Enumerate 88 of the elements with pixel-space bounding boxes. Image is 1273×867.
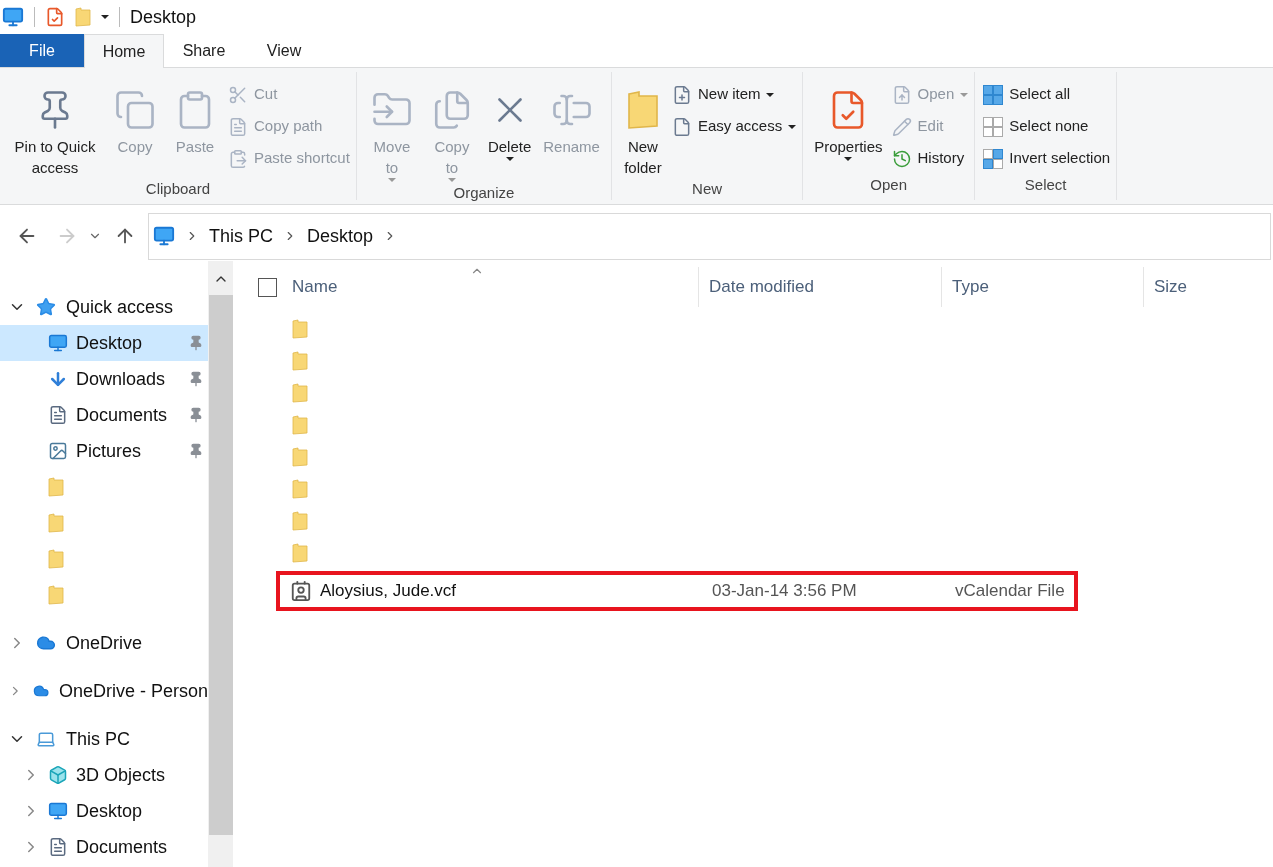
caret-icon [505, 157, 514, 161]
ribbon-button[interactable]: Easy access [671, 114, 797, 139]
folder-icon [75, 7, 91, 27]
folder-icon [626, 89, 659, 131]
ribbon-group-label: New [691, 179, 724, 199]
document-icon [48, 405, 68, 425]
select-all-icon [983, 84, 1004, 105]
monitor-icon [153, 225, 175, 247]
caret-icon [447, 178, 456, 182]
ribbon-tab[interactable]: View [244, 34, 324, 67]
address-bar[interactable]: This PC Desktop [148, 212, 1271, 260]
file-row[interactable]: Aloysius, Jude.vcf 03-Jan-14 3:56 PM vCalendar File [276, 571, 1078, 611]
paste-shortcut-icon [228, 148, 248, 169]
ribbon-button[interactable]: Invert selection [983, 146, 1111, 171]
caret-icon [788, 124, 797, 129]
computer-icon [36, 729, 56, 749]
ribbon-button[interactable]: New item [671, 82, 797, 107]
monitor-icon[interactable] [2, 6, 24, 28]
ribbon-button[interactable]: New folder [617, 80, 668, 178]
folder-icon [292, 543, 308, 563]
sidebar-item[interactable]: Desktop [0, 793, 208, 829]
select-all-checkbox[interactable] [258, 277, 277, 297]
folder-icon [292, 351, 308, 371]
sidebar-item[interactable]: Documents [0, 397, 208, 433]
folder-icon [48, 477, 64, 497]
ribbon-button[interactable]: History [891, 146, 969, 171]
cloud-icon [36, 633, 56, 653]
path-icon [228, 116, 248, 137]
folder-icon [292, 319, 308, 339]
sidebar-item[interactable]: Quick access [0, 289, 208, 325]
sidebar-item[interactable]: OneDrive [0, 625, 208, 661]
folder-icon [292, 479, 308, 499]
folder-icon [292, 511, 308, 531]
ribbon-button[interactable]: Select all [983, 82, 1111, 107]
folder-icon [48, 549, 64, 569]
invert-selection-icon [983, 148, 1004, 169]
file-type: vCalendar File [954, 580, 1065, 603]
download-icon [48, 369, 68, 389]
column-header[interactable]: Size [1143, 267, 1273, 307]
select-none-icon [983, 116, 1004, 137]
folder-icon [48, 585, 64, 605]
caret-icon [960, 92, 969, 97]
picture-icon [48, 441, 68, 461]
sidebar-item[interactable]: Documents [0, 829, 208, 865]
ribbon-tab[interactable]: Share [164, 34, 244, 67]
monitor-icon [48, 801, 68, 821]
edit-icon [891, 116, 912, 137]
ribbon-group-label: Clipboard [144, 179, 212, 199]
copy-icon [114, 89, 156, 131]
cube-icon [48, 765, 68, 785]
caret-icon [101, 15, 109, 19]
file-tab[interactable]: File [0, 34, 84, 67]
window-title: Desktop [130, 5, 197, 29]
caret-icon [844, 157, 853, 161]
ribbon-button[interactable]: Select none [983, 114, 1111, 139]
ribbon-button[interactable]: Delete [482, 80, 537, 182]
column-header[interactable]: Date modified [698, 267, 941, 307]
ribbon-group-label: Open [869, 174, 909, 195]
ribbon-group-label: Select [1023, 174, 1068, 195]
sidebar-item[interactable]: 3D Objects [0, 757, 208, 793]
history-icon [891, 148, 912, 169]
caret-icon [387, 178, 396, 182]
folder-icon [292, 415, 308, 435]
folder-icon [48, 513, 64, 533]
column-header[interactable]: Name [292, 267, 698, 307]
breadcrumb-item[interactable]: Desktop [307, 222, 374, 250]
document-icon [48, 837, 68, 857]
properties-icon[interactable] [45, 7, 65, 27]
ribbon-button[interactable]: Properties [809, 80, 888, 174]
caret-icon [766, 92, 775, 97]
file-name: Aloysius, Jude.vcf [320, 580, 457, 603]
sidebar-item[interactable]: OneDrive - Person [0, 673, 208, 709]
sidebar-item[interactable]: This PC [0, 721, 208, 757]
monitor-icon [48, 333, 68, 353]
date-modified: 03-Jan-14 3:56 PM [711, 580, 858, 603]
sidebar-item[interactable]: Desktop [0, 325, 208, 361]
folder-icon [292, 383, 308, 403]
contact-card-icon [290, 580, 312, 602]
star-icon [36, 297, 56, 317]
ribbon-tab[interactable]: Home [84, 34, 164, 68]
sidebar-item[interactable]: Downloads [0, 361, 208, 397]
folder-icon [292, 447, 308, 467]
sidebar-item[interactable]: Pictures [0, 433, 208, 469]
ribbon-button[interactable]: Pin to Quick access [6, 80, 104, 178]
ribbon-group-label: Organize [452, 183, 516, 203]
scissors-icon [228, 84, 248, 105]
column-header[interactable]: Type [941, 267, 1143, 307]
breadcrumb-item[interactable]: This PC [209, 222, 273, 250]
